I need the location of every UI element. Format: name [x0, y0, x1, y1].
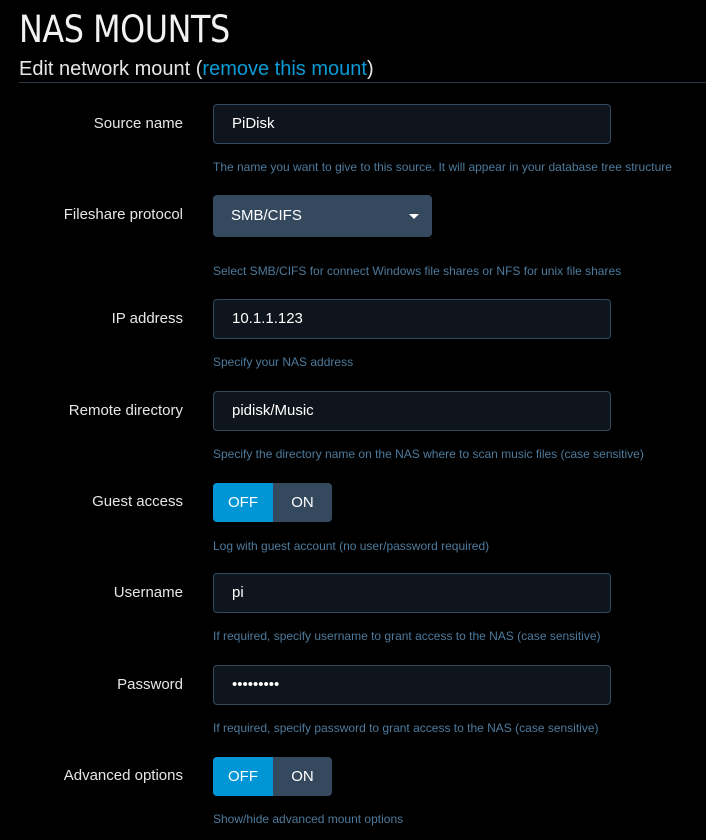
username-input[interactable]: pi [213, 573, 611, 613]
protocol-help: Select SMB/CIFS for connect Windows file… [213, 264, 622, 278]
guest-label: Guest access [92, 493, 183, 510]
chevron-down-icon [409, 214, 419, 219]
advanced-label: Advanced options [63, 767, 183, 784]
ip-help: Specify your NAS address [213, 355, 354, 369]
guest-on-button[interactable]: ON [273, 483, 332, 522]
section-title: Edit network mount (remove this mount) [19, 58, 374, 81]
username-label: Username [113, 584, 183, 601]
advanced-options-toggle[interactable]: OFF ON [213, 757, 332, 796]
remote-dir-label: Remote directory [68, 402, 183, 419]
remote-directory-input[interactable]: pidisk/Music [213, 391, 611, 431]
protocol-value: SMB/CIFS [231, 207, 302, 224]
password-input[interactable]: ••••••••• [213, 665, 611, 705]
guest-off-button[interactable]: OFF [213, 483, 273, 522]
advanced-on-button[interactable]: ON [273, 757, 332, 796]
protocol-select[interactable]: SMB/CIFS [213, 195, 432, 237]
source-name-help: The name you want to give to this source… [213, 160, 672, 174]
ip-label: IP address [111, 310, 183, 327]
advanced-off-button[interactable]: OFF [213, 757, 273, 796]
ip-address-input[interactable]: 10.1.1.123 [213, 299, 611, 339]
password-value: ••••••••• [232, 676, 280, 693]
username-value: pi [232, 584, 244, 601]
ip-value: 10.1.1.123 [232, 310, 303, 327]
username-help: If required, specify username to grant a… [213, 629, 601, 643]
guest-help: Log with guest account (no user/password… [213, 539, 490, 553]
password-help: If required, specify password to grant a… [213, 721, 599, 735]
remote-dir-help: Specify the directory name on the NAS wh… [213, 447, 644, 461]
remove-mount-link[interactable]: remove this mount [202, 58, 367, 80]
protocol-label: Fileshare protocol [63, 206, 183, 223]
source-name-label: Source name [93, 115, 183, 132]
section-title-text: Edit network mount ( [19, 58, 203, 80]
divider [19, 82, 706, 83]
advanced-help: Show/hide advanced mount options [213, 812, 404, 826]
remote-dir-value: pidisk/Music [232, 402, 314, 419]
page-title: NAS MOUNTS [19, 8, 230, 51]
password-label: Password [117, 676, 183, 693]
source-name-input[interactable]: PiDisk [213, 104, 611, 144]
guest-access-toggle[interactable]: OFF ON [213, 483, 332, 522]
source-name-value: PiDisk [232, 115, 275, 132]
section-title-suffix: ) [366, 58, 374, 80]
